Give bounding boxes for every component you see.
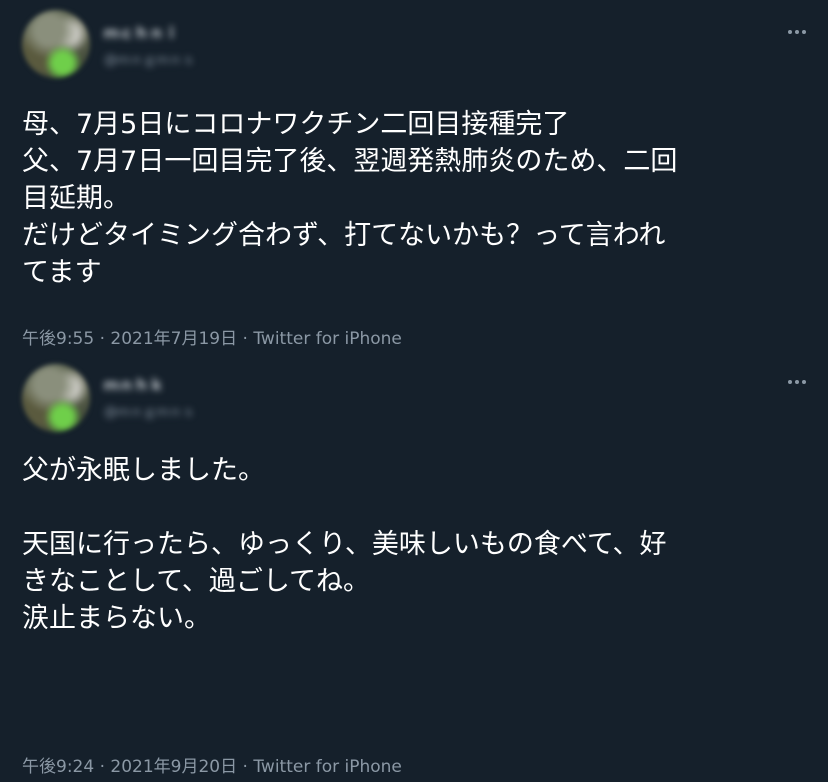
tweet-text-line: 父が永眠しました。 <box>22 455 265 486</box>
tweet-text: 父が永眠しました。 天国に行ったら、ゆっくり、美味しいもの食べて、好 きなことし… <box>22 452 806 637</box>
more-horizontal-icon <box>788 30 792 34</box>
author-name[interactable]: ｍｃｈｎｉ <box>104 22 179 43</box>
tweet-text-line: きなことして、過ごしてね。 <box>22 566 371 597</box>
tweet-text: 母、7月5日にコロナワクチン二回目接種完了 父、7月7日一回目完了後、翌週発熱肺… <box>22 106 806 291</box>
tweet-text-line: 目延期。 <box>22 183 130 214</box>
tweet-metadata: 午後9:24 · 2021年9月20日 · Twitter for iPhone <box>22 752 402 777</box>
tweet-date[interactable]: 2021年9月20日 <box>110 757 237 777</box>
tweet-text-line: 涙止まらない。 <box>22 603 211 634</box>
avatar[interactable] <box>22 364 90 432</box>
author-handle[interactable]: @ｍｎｇｍｎｓ <box>104 49 195 68</box>
tweet-time[interactable]: 午後9:55 <box>22 329 94 349</box>
more-horizontal-icon <box>795 30 799 34</box>
separator: · <box>242 757 248 777</box>
tweet-source[interactable]: Twitter for iPhone <box>253 757 402 777</box>
more-horizontal-icon <box>795 380 799 384</box>
tweet-metadata: 午後9:55 · 2021年7月19日 · Twitter for iPhone <box>22 324 402 349</box>
tweet-thread: ｍｃｈｎｉ @ｍｎｇｍｎｓ 母、7月5日にコロナワクチン二回目接種完了 父、7月… <box>0 0 828 782</box>
tweet[interactable]: ｍｎｈｋ @ｍｎｇｍｎｓ 父が永眠しました。 天国に行ったら、ゆっくり、美味しい… <box>0 352 828 782</box>
tweet-text-line: だけどタイミング合わず、打てないかも？って言われ <box>22 220 666 251</box>
more-horizontal-icon <box>802 30 806 34</box>
more-options-button[interactable] <box>784 22 810 42</box>
author-handle[interactable]: @ｍｎｇｍｎｓ <box>104 401 195 420</box>
author-name[interactable]: ｍｎｈｋ <box>104 374 164 395</box>
tweet-text-line: 父、7月7日一回目完了後、翌週発熱肺炎のため、二回 <box>22 146 678 177</box>
separator: · <box>99 757 105 777</box>
tweet[interactable]: ｍｃｈｎｉ @ｍｎｇｍｎｓ 母、7月5日にコロナワクチン二回目接種完了 父、7月… <box>0 0 828 352</box>
tweet-time[interactable]: 午後9:24 <box>22 757 94 777</box>
more-horizontal-icon <box>802 380 806 384</box>
separator: · <box>99 329 105 349</box>
more-horizontal-icon <box>788 380 792 384</box>
tweet-text-line: てます <box>22 257 102 288</box>
separator: · <box>242 329 248 349</box>
tweet-date[interactable]: 2021年7月19日 <box>110 329 237 349</box>
avatar[interactable] <box>22 10 90 78</box>
tweet-source[interactable]: Twitter for iPhone <box>253 329 402 349</box>
tweet-text-line: 母、7月5日にコロナワクチン二回目接種完了 <box>22 109 570 140</box>
more-options-button[interactable] <box>784 372 810 392</box>
tweet-text-line: 天国に行ったら、ゆっくり、美味しいもの食べて、好 <box>22 529 667 560</box>
